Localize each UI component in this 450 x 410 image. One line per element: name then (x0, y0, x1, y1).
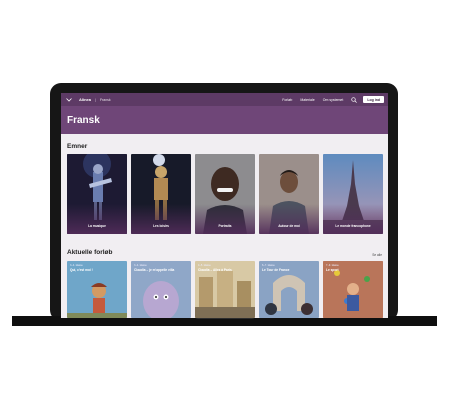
topic-tile-autour-de-moi[interactable]: Autour de moi (259, 154, 319, 234)
topic-label: Autour de moi (278, 224, 300, 228)
course-level: 3.-4. klasse (70, 264, 83, 267)
chevron-down-icon[interactable] (65, 96, 73, 104)
topic-label: Les loisirs (153, 224, 169, 228)
topic-tile-la-musique[interactable]: La musique (67, 154, 127, 234)
topic-label: Portraits (218, 224, 232, 228)
course-level: 4.-5. klasse (198, 264, 211, 267)
course-level: 6.-7. klasse (262, 264, 275, 267)
course-title: Claudia – Allez à Paris (198, 268, 232, 272)
topic-label: Le monde francophone (335, 224, 371, 228)
laptop-screen: Alinea | Fransk Forløb Materiale Om syst… (61, 93, 388, 318)
hero-banner: Fransk (61, 106, 388, 134)
nav-right: Forløb Materiale Om systemet Log ind (274, 96, 388, 103)
nav-link-materiale[interactable]: Materiale (300, 98, 314, 102)
course-title: Claudia – je m'appelle villa (134, 268, 175, 272)
login-button[interactable]: Log ind (363, 96, 384, 103)
tile-overlay (195, 204, 255, 234)
tile-overlay (67, 204, 127, 234)
search-icon[interactable] (351, 96, 358, 103)
tile-overlay (131, 204, 191, 234)
top-navigation: Alinea | Fransk Forløb Materiale Om syst… (61, 93, 388, 106)
course-card[interactable]: 4.-5. klasse Claudia – Allez à Paris (195, 261, 255, 318)
see-all-link[interactable]: Se alle (372, 253, 382, 257)
course-title: Qui, c'est moi ! (70, 268, 93, 272)
topic-tile-les-loisirs[interactable]: Les loisirs (131, 154, 191, 234)
tile-overlay (323, 204, 383, 234)
course-card[interactable]: 3.-4. klasse Claudia – je m'appelle vill… (131, 261, 191, 318)
tile-overlay (259, 204, 319, 234)
brand-logo[interactable]: Alinea (79, 97, 91, 102)
course-title: Le Tour de France (262, 268, 290, 272)
course-card[interactable]: 7.-9. klasse Le sport (323, 261, 383, 318)
page-title: Fransk (67, 115, 100, 126)
course-level: 3.-4. klasse (134, 264, 147, 267)
topic-tile-le-monde-francophone[interactable]: Le monde francophone (323, 154, 383, 234)
course-title: Le sport (326, 268, 339, 272)
topic-tile-portraits[interactable]: Portraits (195, 154, 255, 234)
course-level: 7.-9. klasse (326, 264, 339, 267)
nav-link-om-systemet[interactable]: Om systemet (323, 98, 344, 102)
breadcrumb-current[interactable]: Fransk (100, 98, 111, 102)
breadcrumb-separator: | (95, 97, 96, 102)
nav-link-forloeb[interactable]: Forløb (282, 98, 292, 102)
section-title-topics: Emner (67, 143, 88, 150)
course-card[interactable]: 6.-7. klasse Le Tour de France (259, 261, 319, 318)
course-card[interactable]: 3.-4. klasse Qui, c'est moi ! (67, 261, 127, 318)
section-title-courses: Aktuelle forløb (67, 249, 113, 256)
topic-label: La musique (88, 224, 106, 228)
